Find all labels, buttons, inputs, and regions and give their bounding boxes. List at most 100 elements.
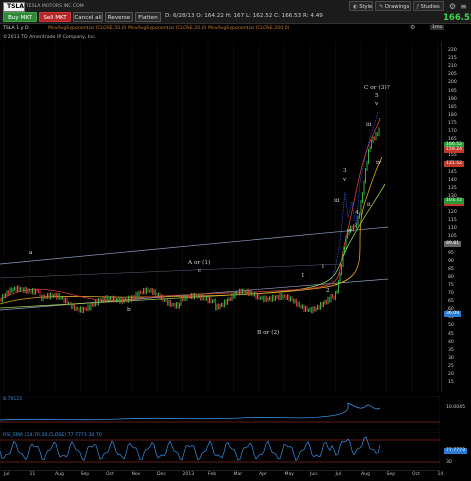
last-price: 166.52: [443, 13, 471, 23]
wave-label-5: 5: [375, 93, 379, 99]
drawings-menu[interactable]: ✎ Drawings: [375, 1, 411, 11]
buy-market-button[interactable]: Buy MKT: [3, 12, 37, 22]
time-axis-label: Oct: [412, 472, 420, 477]
price-axis-label: 30: [448, 355, 454, 361]
time-axis-label: Jul: [4, 472, 10, 477]
time-axis-label: Sep: [386, 472, 396, 477]
time-axis-label: Aug: [361, 472, 370, 477]
sell-market-button[interactable]: Sell MKT: [39, 12, 71, 22]
price-axis-label: 75: [448, 282, 454, 288]
price-tag: 131.52: [444, 161, 465, 167]
quote-readout: D: 6/28/13 O: 164.22 H: 167 L: 162.52 C:…: [165, 13, 323, 19]
price-axis-label: 40: [448, 339, 454, 345]
wave-label-2: 2: [326, 288, 330, 294]
price-axis-label: 205: [448, 72, 457, 78]
price-axis: [441, 42, 471, 392]
price-axis-label: 65: [448, 299, 454, 305]
price-axis-label: 220: [448, 48, 457, 53]
wave-label-v: v: [343, 177, 347, 183]
wave-label-iii-2: iii: [366, 122, 372, 128]
studies-legend: MovAvgExponential (CLOSE,50,0) MovAvgExp…: [48, 26, 290, 31]
price-axis-label: 20: [448, 372, 454, 377]
style-menu[interactable]: ◐ Style: [349, 1, 373, 11]
time-axis-label: Oct: [106, 472, 114, 477]
time-axis-label: Apr: [259, 472, 267, 477]
price-tag: 103.72: [444, 198, 465, 204]
price-axis-label: 155: [448, 153, 457, 159]
price-axis-label: 180: [448, 112, 457, 118]
wave-label-1: 1: [301, 273, 305, 279]
price-axis-label: 45: [448, 331, 454, 337]
price-axis-label: 200: [448, 80, 457, 86]
chart-symbol-line: TSLA 1 y D: [3, 26, 29, 31]
studies-menu-label: Studies: [420, 4, 440, 10]
price-axis-label: 175: [448, 120, 457, 126]
wave-label-b: b: [127, 307, 131, 313]
price-axis-label: 25: [448, 363, 454, 369]
drawings-menu-label: Drawings: [385, 4, 410, 10]
wave-label-a: a: [29, 250, 33, 256]
gear-icon[interactable]: ⚙: [448, 2, 457, 11]
time-axis-label: 14: [437, 472, 444, 477]
price-axis-label: 145: [448, 169, 457, 175]
time-axis-label: 11: [29, 472, 36, 477]
price-axis-label: 85: [448, 266, 454, 272]
time-axis-label: Jun: [310, 472, 318, 477]
indicator-1-label: 8.76121: [3, 397, 23, 402]
symbol-field[interactable]: TSLA: [3, 2, 25, 12]
price-axis-label: 70: [448, 291, 454, 296]
time-axis-label: Mar: [233, 472, 243, 477]
wave-label-c: c: [198, 268, 202, 274]
wave-label-iv: iv: [347, 228, 353, 234]
price-axis-label: 195: [448, 88, 457, 94]
time-axis-label: Nov: [131, 472, 141, 477]
studies-menu[interactable]: ƒ Studies: [413, 1, 444, 11]
rsi-ref-label: 30: [446, 460, 452, 465]
price-axis-label: 185: [448, 104, 457, 110]
time-axis-label: Feb: [208, 472, 217, 477]
price-axis-label: 135: [448, 185, 457, 191]
time-axis-label: May: [284, 472, 295, 477]
style-menu-label: Style: [359, 4, 373, 10]
reverse-button[interactable]: Reverse: [105, 12, 133, 22]
price-axis-label: 80: [448, 274, 454, 280]
price-axis-label: 110: [448, 226, 457, 232]
rsi-value-tag: 77.7773: [444, 448, 467, 454]
wave-label-ii: ii: [367, 202, 371, 208]
wave-label-iii: iii: [334, 198, 340, 204]
price-axis-label: 35: [448, 347, 454, 353]
wave-label-3: 3: [343, 168, 347, 174]
price-axis-label: 210: [448, 64, 457, 70]
wave-label-i: i: [322, 264, 324, 270]
price-axis-label: 90: [448, 258, 454, 264]
price-axis-label: 15: [448, 380, 454, 386]
price-tag: 159.24: [444, 147, 465, 153]
chart-settings-icon[interactable]: ⚙: [410, 24, 417, 31]
indicator-1-value: 10.0045: [446, 405, 465, 410]
price-axis-label: 190: [448, 96, 457, 102]
timeframe-badge[interactable]: 1mo: [430, 25, 445, 30]
indicator-pane-1[interactable]: [0, 396, 440, 430]
price-axis-label: 95: [448, 250, 454, 256]
copyright-line: ©2013 TD Ameritrade IP Company, Inc.: [3, 35, 97, 40]
wave-label-v-2: v: [375, 101, 379, 107]
time-axis-label: 2013: [182, 472, 195, 477]
cancel-all-button[interactable]: Cancel all: [73, 12, 103, 22]
price-axis-label: 105: [448, 234, 457, 240]
wave-label-c-or-3: C or (3)?: [364, 85, 390, 91]
flatten-button[interactable]: Flatten: [135, 12, 161, 22]
price-axis-label: 215: [448, 56, 457, 62]
time-axis: [0, 470, 440, 481]
price-axis-label: 115: [448, 218, 457, 224]
company-name: TESLA MOTORS INC COM: [26, 4, 84, 9]
price-tag: 89.81: [444, 241, 462, 247]
wave-label-4: 4: [355, 210, 359, 216]
price-chart[interactable]: [0, 42, 440, 392]
menu-icon[interactable]: ≡: [459, 2, 468, 11]
price-axis-label: 170: [448, 129, 457, 134]
price-axis-label: 140: [448, 177, 457, 183]
rsi-label: RSI_EMA (14,70,30,CLOSE) 77.7773 30 70: [3, 433, 102, 438]
time-axis-label: Aug: [55, 472, 64, 477]
price-tag: 36.09: [444, 311, 462, 317]
time-axis-label: Dec: [157, 472, 166, 477]
